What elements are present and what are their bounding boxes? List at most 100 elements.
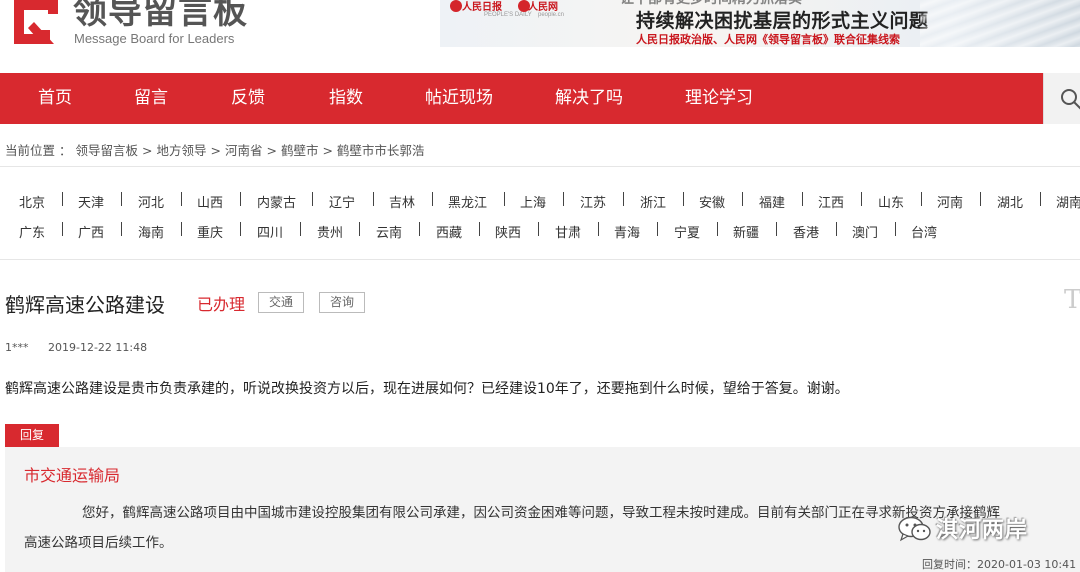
region-link[interactable]: 贵州 (317, 222, 343, 241)
reply-text-line-2: 高速公路项目后续工作。 (24, 535, 173, 551)
region-link[interactable]: 澳门 (852, 222, 878, 241)
message-author: 1*** (5, 341, 29, 354)
search-icon (1061, 89, 1080, 110)
region-link[interactable]: 广东 (19, 222, 45, 241)
breadcrumb-item-city[interactable]: 鹤壁市 (281, 143, 319, 158)
region-link[interactable]: 青海 (614, 222, 640, 241)
region-link[interactable]: 广西 (78, 222, 104, 241)
tag-consult[interactable]: 咨询 (319, 292, 366, 313)
region-link[interactable]: 内蒙古 (257, 192, 296, 211)
message-body: 鹤辉高速公路建设是贵市负责承建的，听说改换投资方以后，现在进展如何？已经建设10… (5, 381, 849, 397)
status-badge: 已办理 (197, 295, 246, 314)
region-separator (980, 192, 981, 206)
region-link[interactable]: 吉林 (389, 192, 415, 211)
region-separator (479, 222, 480, 236)
nav-item-resolved[interactable]: 解决了吗 (555, 73, 623, 124)
region-link[interactable]: 重庆 (197, 222, 223, 241)
region-link[interactable]: 河北 (138, 192, 164, 211)
breadcrumb-item-local-leaders[interactable]: 地方领导 (156, 143, 206, 158)
reply-label: 回复 (5, 424, 59, 447)
region-link[interactable]: 宁夏 (674, 222, 700, 241)
region-link[interactable]: 江西 (818, 192, 844, 211)
breadcrumb-separator: > (266, 143, 277, 158)
region-separator (802, 192, 803, 206)
region-link[interactable]: 河南 (937, 192, 963, 211)
region-separator (300, 222, 301, 236)
region-link[interactable]: 黑龙江 (448, 192, 487, 211)
region-link[interactable]: 山西 (197, 192, 223, 211)
divider (0, 259, 1080, 260)
campaign-banner[interactable]: 人民日报 PEOPLE'S DAILY 人民网 people.cn 让干部有更多… (440, 0, 1080, 47)
font-size-icon[interactable]: T (1064, 285, 1080, 315)
region-link[interactable]: 新疆 (733, 222, 759, 241)
banner-subtitle: 人民日报政治版、人民网《领导留言板》联合征集线索 (636, 33, 900, 46)
region-separator (62, 222, 63, 236)
reply-time: 回复时间：2020-01-03 10:41 (922, 558, 1077, 571)
region-link[interactable]: 香港 (793, 222, 819, 241)
region-separator (742, 192, 743, 206)
message-title: 鹤辉高速公路建设 (5, 293, 165, 317)
region-link[interactable]: 北京 (19, 192, 45, 211)
region-separator (359, 222, 360, 236)
region-link[interactable]: 福建 (759, 192, 785, 211)
region-link[interactable]: 江苏 (580, 192, 606, 211)
region-separator (181, 222, 182, 236)
region-link[interactable]: 陕西 (495, 222, 521, 241)
region-link[interactable]: 云南 (376, 222, 402, 241)
breadcrumb-separator: > (322, 143, 333, 158)
nav-item-on-site[interactable]: 帖近现场 (425, 73, 493, 124)
nav-item-index[interactable]: 指数 (329, 73, 363, 124)
breadcrumb-item-province[interactable]: 河南省 (225, 143, 263, 158)
region-separator (776, 222, 777, 236)
region-link[interactable]: 天津 (78, 192, 104, 211)
site-header: 领导留言板 Message Board for Leaders 人民日报 PEO… (0, 0, 1080, 73)
region-separator (1040, 192, 1041, 206)
watermark-text: 淇河两岸 (936, 518, 1029, 543)
breadcrumb-separator: > (210, 143, 221, 158)
region-separator (598, 222, 599, 236)
region-link[interactable]: 四川 (257, 222, 283, 241)
peoples-daily-logo-icon (450, 0, 462, 12)
breadcrumb-item-board[interactable]: 领导留言板 (75, 143, 138, 158)
nav-item-message[interactable]: 留言 (134, 73, 168, 124)
breadcrumb-item-mayor[interactable]: 鹤壁市市长郭浩 (337, 143, 425, 158)
region-link[interactable]: 湖南 (1056, 192, 1080, 211)
region-link[interactable]: 海南 (138, 222, 164, 241)
region-link[interactable]: 安徽 (699, 192, 725, 211)
region-link[interactable]: 浙江 (640, 192, 666, 211)
region-separator (623, 192, 624, 206)
banner-badge-right-en: people.cn (538, 12, 565, 18)
region-separator (181, 192, 182, 206)
nav-item-theory[interactable]: 理论学习 (685, 73, 753, 124)
tag-traffic[interactable]: 交通 (258, 292, 305, 313)
region-separator (538, 222, 539, 236)
region-separator (717, 222, 718, 236)
region-link[interactable]: 上海 (520, 192, 546, 211)
region-link[interactable]: 辽宁 (329, 192, 355, 211)
divider (0, 166, 1080, 167)
region-separator (861, 192, 862, 206)
region-link[interactable]: 湖北 (997, 192, 1023, 211)
region-separator (62, 192, 63, 206)
nav-item-feedback[interactable]: 反馈 (231, 73, 265, 124)
region-separator (432, 192, 433, 206)
region-separator (240, 222, 241, 236)
region-link[interactable]: 甘肃 (555, 222, 581, 241)
logo-text-en: Message Board for Leaders (74, 31, 235, 46)
region-separator (121, 222, 122, 236)
region-separator (373, 192, 374, 206)
reply-text-line-1: 您好，鹤辉高速公路项目由中国城市建设控股集团有限公司承建，因公司资金困难等问题，… (82, 505, 1000, 521)
nav-item-home[interactable]: 首页 (38, 73, 72, 124)
region-separator (921, 192, 922, 206)
search-button[interactable] (1043, 73, 1080, 124)
logo-mark-icon (14, 0, 58, 44)
main-nav: 首页 留言 反馈 指数 帖近现场 解决了吗 理论学习 (0, 73, 1043, 124)
breadcrumb-separator: > (141, 143, 153, 158)
reply-organization: 市交通运输局 (24, 466, 121, 485)
site-logo[interactable]: 领导留言板 Message Board for Leaders (5, 0, 250, 48)
region-separator (895, 222, 896, 236)
region-separator (563, 192, 564, 206)
region-link[interactable]: 西藏 (436, 222, 462, 241)
region-link[interactable]: 山东 (878, 192, 904, 211)
region-link[interactable]: 台湾 (911, 222, 937, 241)
